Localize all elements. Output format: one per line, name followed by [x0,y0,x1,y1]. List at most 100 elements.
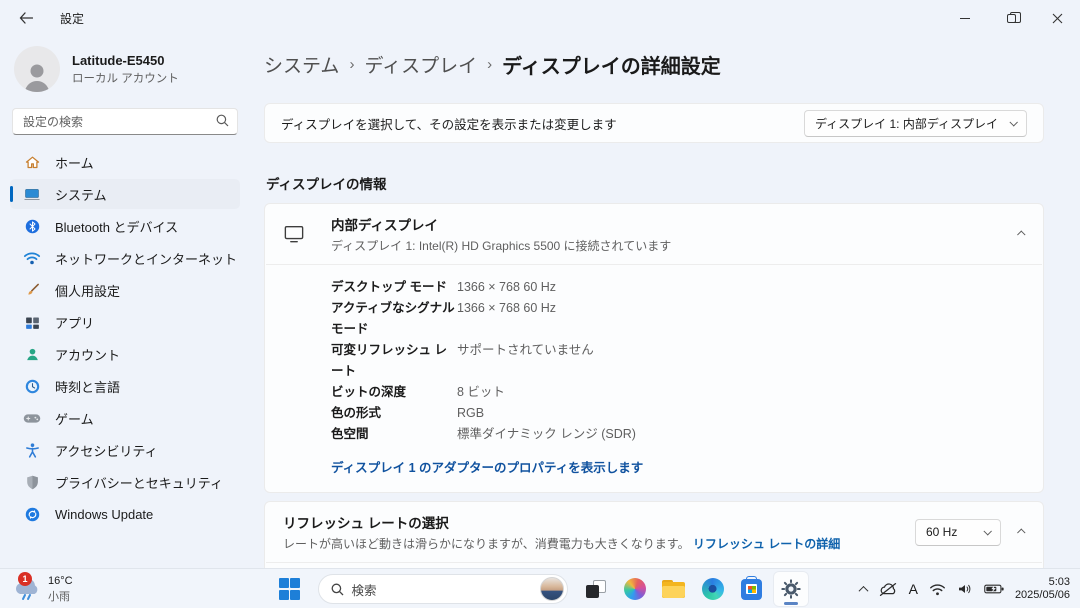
user-account[interactable]: Latitude-E5450 ローカル アカウント [14,46,240,92]
avatar [14,46,60,92]
sidebar-item-label: アクセシビリティ [55,441,158,460]
start-button[interactable] [273,572,307,606]
detail-value: 1366 × 768 60 Hz [457,298,1027,340]
refresh-rate-subtitle-text: レートが高いほど動きは滑らかになりますが、消費電力も大きくなります。 [283,537,690,551]
sidebar-item-accessibility[interactable]: アクセシビリティ [10,435,240,465]
restore-button[interactable] [988,0,1034,36]
minimize-button[interactable] [942,0,988,36]
detail-label: ビットの深度 [331,382,457,403]
settings-taskbar-button[interactable] [774,572,808,606]
ime-indicator[interactable]: A [909,581,918,597]
sidebar-item-privacy-security[interactable]: プライバシーとセキュリティ [10,467,240,497]
sidebar-item-bluetooth-devices[interactable]: Bluetooth とデバイス [10,211,240,241]
search-icon [331,583,344,596]
sidebar: Latitude-E5450 ローカル アカウント ホーム システム Bluet… [0,36,250,568]
detail-label: デスクトップ モード [331,277,457,298]
task-view-button[interactable] [579,572,613,606]
user-name: Latitude-E5450 [72,53,179,68]
tray-wifi-icon[interactable] [929,583,946,596]
display-select-value: ディスプレイ 1: 内部ディスプレイ [815,115,998,132]
display-info-subtitle: ディスプレイ 1: Intel(R) HD Graphics 5500 に接続さ… [331,237,671,254]
clock-icon [23,377,41,395]
refresh-rate-dropdown[interactable]: 60 Hz [915,519,1001,546]
volume-icon[interactable] [957,582,973,596]
file-explorer-button[interactable] [657,572,691,606]
window-controls [942,0,1080,36]
detail-row-color-format: 色の形式 RGB [331,403,1027,424]
close-button[interactable] [1034,0,1080,36]
section-title-display-info: ディスプレイの情報 [266,173,1044,193]
search-icon [216,114,229,127]
battery-charging-icon[interactable] [984,583,1004,595]
breadcrumb-system[interactable]: システム [264,51,339,78]
breadcrumb: システム › ディスプレイ › ディスプレイの詳細設定 [264,50,1044,79]
sync-icon [23,505,41,523]
onedrive-paused-icon[interactable] [878,582,898,597]
home-icon [23,153,41,171]
display-info-header[interactable]: 内部ディスプレイ ディスプレイ 1: Intel(R) HD Graphics … [265,204,1043,264]
display-select-card: ディスプレイを選択して、その設定を表示または変更します ディスプレイ 1: 内部… [264,103,1044,143]
clock[interactable]: 5:03 2025/05/06 [1015,576,1074,602]
shield-icon [23,473,41,491]
display-detail-rows: デスクトップ モード 1366 × 768 60 Hz アクティブなシグナル モ… [265,265,1043,449]
sidebar-item-personalization[interactable]: 個人用設定 [10,275,240,305]
sidebar-item-windows-update[interactable]: Windows Update [10,499,240,529]
sidebar-item-time-language[interactable]: 時刻と言語 [10,371,240,401]
bluetooth-icon [23,217,41,235]
sidebar-item-label: 個人用設定 [55,281,120,300]
windows-logo-icon [279,578,301,600]
sidebar-item-network-internet[interactable]: ネットワークとインターネット [10,243,240,273]
sidebar-item-accounts[interactable]: アカウント [10,339,240,369]
monitor-icon [283,223,305,245]
back-button[interactable] [6,3,46,33]
detail-value: 1366 × 768 60 Hz [457,277,1027,298]
taskbar-search[interactable]: 検索 [318,574,568,604]
detail-label: 可変リフレッシュ レート [331,340,457,382]
sidebar-item-label: システム [55,185,107,204]
adapter-properties-link[interactable]: ディスプレイ 1 のアダプターのプロパティを表示します [265,449,1043,492]
sidebar-item-label: ホーム [55,153,94,172]
copilot-icon [624,578,646,600]
settings-search-input[interactable] [12,108,238,135]
display-select-dropdown[interactable]: ディスプレイ 1: 内部ディスプレイ [804,110,1027,137]
edge-button[interactable] [696,572,730,606]
restore-icon [1007,14,1016,23]
sidebar-item-apps[interactable]: アプリ [10,307,240,337]
accessibility-icon [23,441,41,459]
detail-row-active-signal-mode: アクティブなシグナル モード 1366 × 768 60 Hz [331,298,1027,340]
sidebar-item-gaming[interactable]: ゲーム [10,403,240,433]
detail-value: RGB [457,403,1027,424]
folder-icon [662,580,685,598]
person-icon [20,60,54,92]
refresh-rate-title: リフレッシュ レートの選択 [283,512,840,532]
arrow-left-icon [19,12,33,24]
refresh-rate-subtitle: レートが高いほど動きは滑らかになりますが、消費電力も大きくなります。 リフレッシ… [283,535,840,552]
sidebar-item-label: プライバシーとセキュリティ [55,473,223,492]
breadcrumb-display[interactable]: ディスプレイ [364,51,477,78]
main-content: システム › ディスプレイ › ディスプレイの詳細設定 ディスプレイを選択して、… [250,36,1080,568]
wifi-icon [23,249,41,267]
gear-icon [780,578,802,600]
refresh-rate-learn-link[interactable]: リフレッシュ レートの詳細 [693,537,840,551]
microsoft-store-button[interactable] [735,572,769,606]
chevron-up-icon[interactable] [1017,528,1025,536]
breadcrumb-separator: › [487,56,492,73]
close-icon [1052,13,1063,24]
sidebar-item-label: 時刻と言語 [55,377,120,396]
chevron-up-icon[interactable] [1017,230,1025,238]
sidebar-item-home[interactable]: ホーム [10,147,240,177]
refresh-rate-value: 60 Hz [926,525,972,539]
store-icon [741,579,762,600]
sidebar-item-label: アプリ [55,313,94,332]
sidebar-item-label: ゲーム [55,409,94,428]
copilot-button[interactable] [618,572,652,606]
taskbar: 1 16°C 小雨 検索 [0,568,1080,608]
detail-label: 色の形式 [331,403,457,424]
search-highlight-avatar [540,577,564,601]
sidebar-item-system[interactable]: システム [10,179,240,209]
detail-value: 標準ダイナミック レンジ (SDR) [457,424,1027,445]
tray-date: 2025/05/06 [1015,589,1070,602]
tray-chevron-up-icon[interactable] [858,585,868,595]
brush-icon [23,281,41,299]
account-icon [23,345,41,363]
